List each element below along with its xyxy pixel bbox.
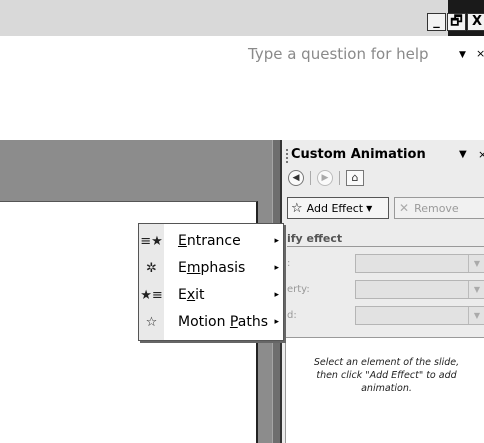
help-dropdown-icon[interactable]: ▼ xyxy=(459,50,466,60)
speed-select[interactable]: ▼ xyxy=(355,306,484,325)
menu-item-label: Emphasis xyxy=(178,260,246,276)
chevron-down-icon: ▼ xyxy=(468,255,484,272)
animation-list[interactable]: Select an element of the slide, then cli… xyxy=(285,337,484,443)
entrance-star-icon: ≡★ xyxy=(140,233,163,249)
add-effect-arrow-icon: ▼ xyxy=(366,203,373,213)
pane-close-icon[interactable]: × xyxy=(478,148,484,161)
modify-effect-heading: ify effect xyxy=(287,232,343,245)
remove-button[interactable]: ✕ Remove xyxy=(394,197,484,219)
minimize-button[interactable]: _ xyxy=(427,13,446,31)
help-close-icon[interactable]: × xyxy=(476,47,484,60)
add-effect-star-icon: ☆ xyxy=(291,200,303,216)
remove-label: Remove xyxy=(414,201,459,215)
property-select[interactable]: ▼ xyxy=(355,280,484,299)
chevron-down-icon: ▼ xyxy=(468,281,484,298)
menu-item-entrance[interactable]: ≡★ Entrance ▸ xyxy=(139,228,283,254)
add-effect-button[interactable]: ☆ Add Effect ▼ xyxy=(287,197,389,219)
home-icon[interactable]: ⌂ xyxy=(346,170,364,186)
modify-divider xyxy=(287,246,484,247)
menu-item-label: Exit xyxy=(178,287,205,303)
menu-item-exit[interactable]: ★≡ Exit ▸ xyxy=(139,282,283,308)
menu-item-label: Entrance xyxy=(178,233,241,249)
add-effect-label: Add Effect xyxy=(306,201,364,215)
help-question-input[interactable]: Type a question for help xyxy=(248,45,429,63)
menu-item-motion-paths[interactable]: ☆ Motion Paths ▸ xyxy=(139,309,283,335)
start-select[interactable]: ▼ xyxy=(355,254,484,273)
submenu-arrow-icon: ▸ xyxy=(274,290,279,300)
restore-button[interactable]: 🗗 xyxy=(447,13,466,31)
emphasis-star-icon: ✲ xyxy=(146,260,157,276)
chevron-down-icon: ▼ xyxy=(468,307,484,324)
pane-title: Custom Animation xyxy=(291,147,426,162)
start-field-label: : xyxy=(287,258,291,269)
hint-line: animation. xyxy=(361,383,412,394)
close-window-button[interactable]: X xyxy=(467,13,484,31)
pane-grip-handle[interactable] xyxy=(286,149,288,163)
hint-line: Select an element of the slide, xyxy=(313,357,460,368)
back-icon[interactable]: ◀ xyxy=(288,170,304,186)
exit-star-icon: ★≡ xyxy=(140,287,163,303)
remove-icon: ✕ xyxy=(399,201,410,215)
title-bar xyxy=(0,0,484,36)
submenu-arrow-icon: ▸ xyxy=(274,263,279,273)
empty-list-hint: Select an element of the slide, then cli… xyxy=(286,356,484,395)
nav-separator xyxy=(310,171,311,185)
submenu-arrow-icon: ▸ xyxy=(274,317,279,327)
submenu-arrow-icon: ▸ xyxy=(274,236,279,246)
custom-animation-pane: Custom Animation ▼ × ◀ ▶ ⌂ ☆ Add Effect … xyxy=(280,140,484,443)
add-effect-menu: ≡★ Entrance ▸ ✲ Emphasis ▸ ★≡ Exit ▸ ☆ M… xyxy=(138,223,284,341)
pane-dropdown-icon[interactable]: ▼ xyxy=(459,149,467,160)
menu-item-emphasis[interactable]: ✲ Emphasis ▸ xyxy=(139,255,283,281)
property-field-label: erty: xyxy=(287,284,310,295)
pane-nav-row: ◀ ▶ ⌂ xyxy=(288,169,364,187)
nav-separator xyxy=(339,171,340,185)
forward-icon[interactable]: ▶ xyxy=(317,170,333,186)
motion-path-star-icon: ☆ xyxy=(145,314,158,330)
hint-line: then click "Add Effect" to add xyxy=(316,370,457,381)
menu-item-label: Motion Paths xyxy=(178,314,268,330)
speed-field-label: d: xyxy=(287,310,297,321)
